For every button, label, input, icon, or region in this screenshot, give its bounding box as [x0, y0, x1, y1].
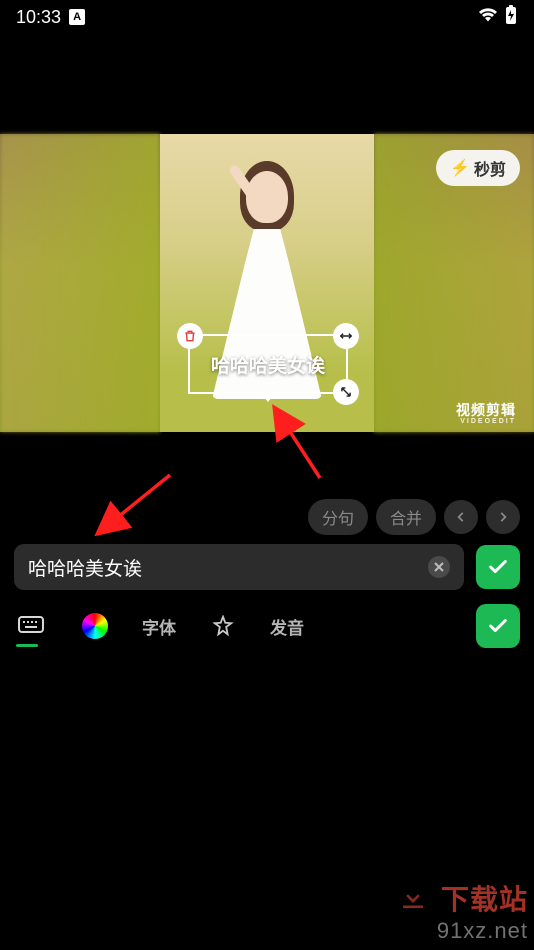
wifi-icon: [478, 7, 498, 28]
caption-input-wrap[interactable]: [14, 544, 464, 590]
voice-tab[interactable]: 发音: [270, 609, 304, 643]
watermark-en: VIDEOEDIT: [456, 418, 516, 426]
style-tab[interactable]: [206, 609, 240, 643]
delete-handle[interactable]: [177, 323, 203, 349]
caption-input[interactable]: [28, 556, 428, 578]
overlay-text: 哈哈哈美女诶: [211, 351, 325, 378]
caption-input-row: [14, 544, 520, 590]
battery-icon: [504, 5, 518, 30]
next-button[interactable]: [486, 500, 520, 534]
color-wheel-icon: [82, 613, 108, 639]
rotate-scale-handle[interactable]: [333, 379, 359, 405]
preview-blur-left: [0, 134, 160, 432]
merge-sentence-button[interactable]: 合并: [376, 499, 436, 535]
status-bar: 10:33 A: [0, 0, 534, 34]
overlay-anchor-icon: [260, 392, 276, 402]
active-tab-underline: [16, 644, 38, 647]
color-tab[interactable]: [78, 609, 112, 643]
confirm-tools-button[interactable]: [476, 604, 520, 648]
quickcut-label: 秒剪: [474, 156, 506, 180]
keyboard-tab[interactable]: [14, 609, 48, 643]
bolt-icon: ⚡: [450, 158, 470, 178]
status-right: [478, 5, 518, 30]
quickcut-button[interactable]: ⚡ 秒剪: [436, 150, 520, 186]
text-tools-row: 字体 发音: [14, 604, 520, 648]
status-time: 10:33: [16, 7, 61, 28]
download-icon: [398, 883, 428, 920]
sentence-tools-row: 分句 合并: [0, 496, 534, 538]
site-watermark: 下载站 91xz.net: [398, 878, 528, 944]
site-watermark-line2: 91xz.net: [398, 918, 528, 944]
split-sentence-button[interactable]: 分句: [308, 499, 368, 535]
site-watermark-line1: 下载站: [441, 884, 528, 915]
font-tab[interactable]: 字体: [142, 609, 176, 643]
watermark-cn: 视频剪辑: [456, 403, 516, 418]
resize-horizontal-handle[interactable]: [333, 323, 359, 349]
confirm-caption-button[interactable]: [476, 545, 520, 589]
clear-input-button[interactable]: [428, 556, 450, 578]
app-watermark: 视频剪辑 VIDEOEDIT: [456, 403, 516, 426]
text-overlay-box[interactable]: 哈哈哈美女诶: [188, 334, 348, 394]
prev-button[interactable]: [444, 500, 478, 534]
status-left: 10:33 A: [16, 7, 85, 28]
status-badge-a: A: [69, 9, 85, 25]
